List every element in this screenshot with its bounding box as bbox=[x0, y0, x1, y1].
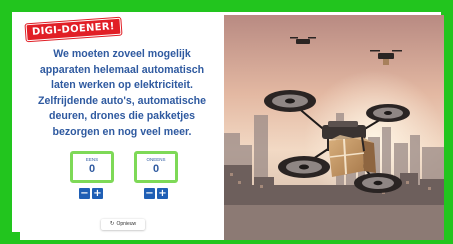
eens-minus-button[interactable]: − bbox=[79, 188, 90, 199]
digi-doener-logo: DIGI-DOENER! bbox=[25, 17, 122, 42]
eens-value: 0 bbox=[88, 163, 96, 175]
oneens-minus-button[interactable]: − bbox=[144, 188, 155, 199]
oneens-value: 0 bbox=[152, 163, 160, 175]
refresh-icon: ↻ bbox=[109, 221, 115, 227]
drone-delivery-photo bbox=[224, 15, 444, 240]
question-panel: DIGI-DOENER! We moeten zoveel mogelijk a… bbox=[20, 15, 224, 240]
statement-text: We moeten zoveel mogelijk apparaten hele… bbox=[38, 48, 206, 138]
eens-plus-button[interactable]: + bbox=[92, 188, 103, 199]
reset-label: Opnieuw bbox=[116, 221, 137, 227]
question-card: DIGI-DOENER! We moeten zoveel mogelijk a… bbox=[20, 15, 444, 240]
oneens-plus-button[interactable]: + bbox=[157, 188, 168, 199]
oneens-counter: ONEENS 0 bbox=[134, 151, 178, 183]
green-frame: DIGI-DOENER! We moeten zoveel mogelijk a… bbox=[0, 0, 453, 244]
eens-counter: EENS 0 bbox=[70, 151, 114, 183]
drone-city-illustration bbox=[224, 15, 444, 240]
reset-button[interactable]: ↻ Opnieuw bbox=[101, 219, 145, 230]
